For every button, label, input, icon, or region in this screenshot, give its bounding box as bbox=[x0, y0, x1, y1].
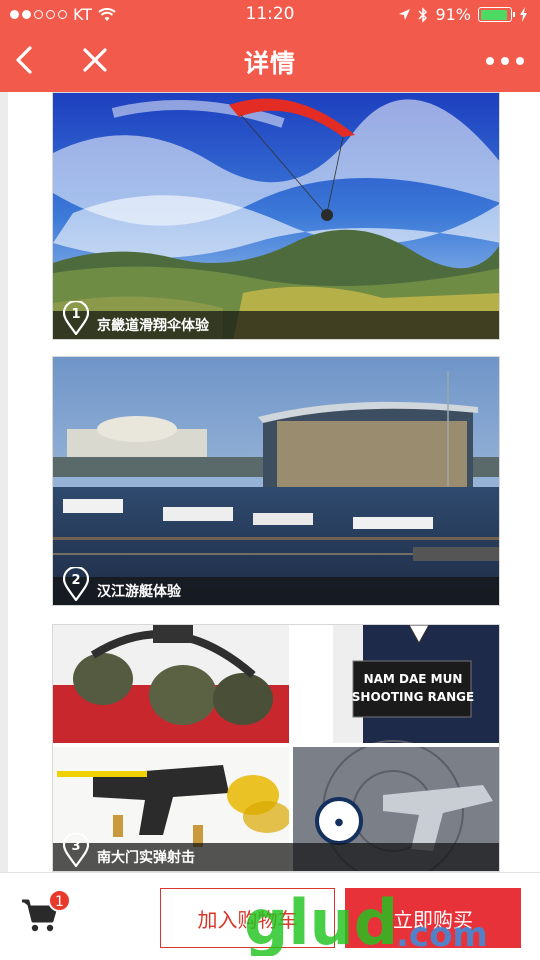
map-pin-icon: 1 bbox=[63, 301, 89, 335]
card-paragliding[interactable]: 1 京畿道滑翔伞体验 bbox=[52, 92, 500, 340]
buy-now-button[interactable]: 立即购买 bbox=[345, 888, 521, 948]
map-pin-icon: 3 bbox=[63, 833, 89, 867]
card-caption: 3 南大门实弹射击 bbox=[53, 833, 499, 871]
charging-icon bbox=[520, 7, 527, 22]
yacht-photo bbox=[53, 357, 499, 605]
more-dot-icon bbox=[516, 57, 524, 65]
content-area[interactable]: 1 京畿道滑翔伞体验 2 汉江游艇体验 NAM DAE MUN SHOOTING… bbox=[0, 92, 540, 872]
battery-percent: 91% bbox=[435, 5, 471, 24]
card-title: 汉江游艇体验 bbox=[97, 584, 181, 600]
card-number: 1 bbox=[71, 307, 80, 322]
cart-count-badge: 1 bbox=[48, 889, 71, 912]
chevron-left-icon bbox=[16, 46, 32, 74]
back-button[interactable] bbox=[10, 40, 46, 80]
scroll-edge bbox=[0, 92, 8, 872]
top-bar: KT 11:20 91% 详情 bbox=[0, 0, 540, 92]
status-right: 91% bbox=[398, 5, 528, 24]
svg-text:●: ● bbox=[335, 817, 344, 828]
more-dot-icon bbox=[501, 57, 509, 65]
close-icon bbox=[83, 48, 107, 72]
paragliding-photo bbox=[53, 93, 499, 339]
more-dot-icon bbox=[486, 57, 494, 65]
card-title: 京畿道滑翔伞体验 bbox=[97, 318, 209, 334]
bluetooth-icon bbox=[418, 6, 428, 23]
card-yacht[interactable]: 2 汉江游艇体验 bbox=[52, 356, 500, 606]
more-button[interactable] bbox=[486, 46, 524, 76]
shooting-photo: NAM DAE MUN SHOOTING RANGE ● bbox=[53, 625, 499, 871]
card-caption: 1 京畿道滑翔伞体验 bbox=[53, 301, 499, 339]
range-sign-text: SHOOTING RANGE bbox=[352, 690, 474, 704]
range-sign-text: NAM DAE MUN bbox=[364, 672, 463, 686]
card-shooting[interactable]: NAM DAE MUN SHOOTING RANGE ● 3 南大门实弹射击 bbox=[52, 624, 500, 872]
card-title: 南大门实弹射击 bbox=[97, 850, 195, 866]
status-bar: KT 11:20 91% bbox=[0, 0, 540, 30]
card-number: 2 bbox=[71, 573, 80, 588]
card-caption: 2 汉江游艇体验 bbox=[53, 567, 499, 605]
card-number: 3 bbox=[71, 839, 80, 854]
map-pin-icon: 2 bbox=[63, 567, 89, 601]
battery-icon bbox=[478, 7, 515, 22]
bottom-bar: 1 加入购物车 立即购买 bbox=[0, 872, 540, 960]
close-button[interactable] bbox=[78, 42, 112, 78]
add-to-cart-button[interactable]: 加入购物车 bbox=[160, 888, 335, 948]
nav-bar: 详情 bbox=[0, 30, 540, 92]
location-arrow-icon bbox=[399, 9, 411, 20]
